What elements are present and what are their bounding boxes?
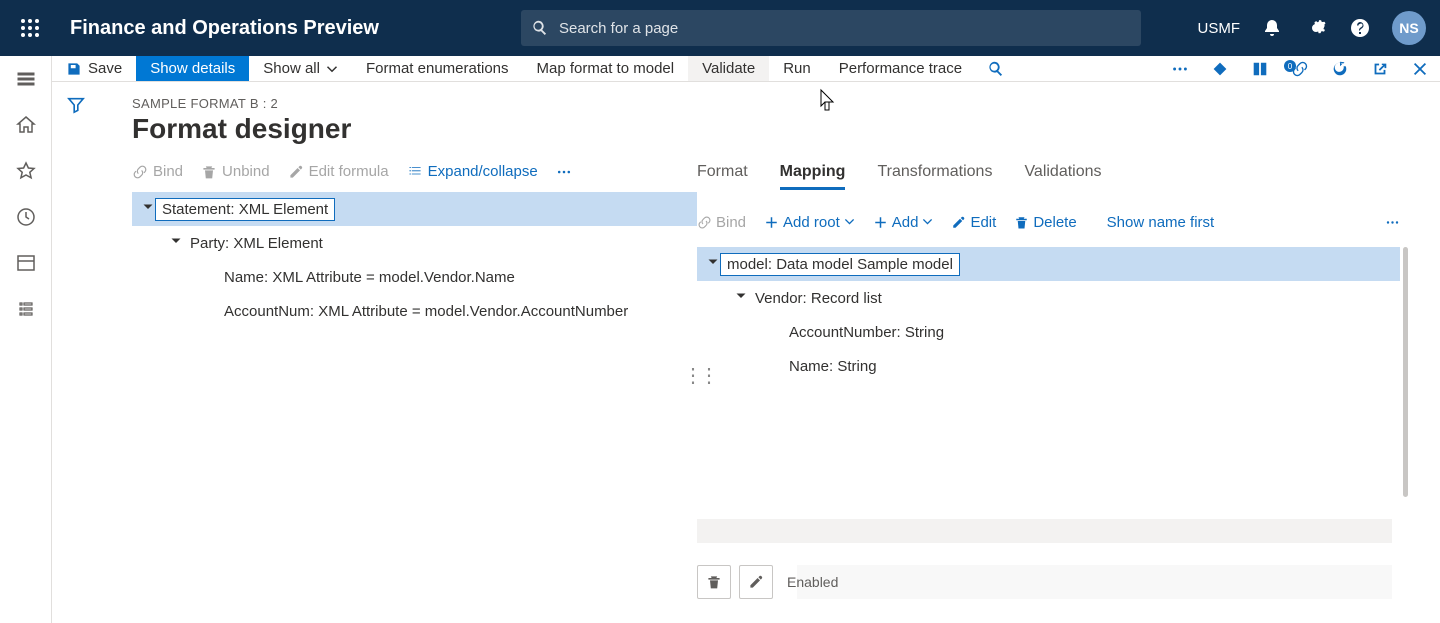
search-icon — [531, 19, 549, 37]
show-all-label: Show all — [263, 60, 320, 77]
expand-toggle-icon[interactable] — [168, 238, 184, 248]
filter-button[interactable] — [67, 96, 85, 623]
tree-node-label: AccountNumber: String — [783, 322, 950, 343]
tab-transformations[interactable]: Transformations — [877, 163, 992, 190]
tree-node-label: Party: XML Element — [184, 233, 329, 254]
format-enumerations-button[interactable]: Format enumerations — [352, 56, 523, 81]
tree-node-label: Vendor: Record list — [749, 288, 888, 309]
performance-trace-button[interactable]: Performance trace — [825, 56, 976, 81]
tree-node-name-attr[interactable]: Name: XML Attribute = model.Vendor.Name — [132, 260, 697, 294]
chevron-down-icon — [326, 63, 338, 75]
edit-formula-label: Edit formula — [309, 163, 389, 180]
add-button[interactable]: Add — [873, 214, 934, 231]
tab-validations[interactable]: Validations — [1024, 163, 1101, 190]
tree-node-label: AccountNum: XML Attribute = model.Vendor… — [218, 301, 634, 322]
tab-format[interactable]: Format — [697, 163, 748, 190]
popout-button[interactable] — [1360, 56, 1400, 81]
show-name-first-button[interactable]: Show name first — [1107, 214, 1215, 231]
performance-trace-label: Performance trace — [839, 60, 962, 77]
nav-collapse-button[interactable] — [0, 56, 52, 102]
tree-node-label: Statement: XML Element — [156, 199, 334, 220]
app-title: Finance and Operations Preview — [70, 17, 379, 40]
bind-label: Bind — [153, 163, 183, 180]
nav-home[interactable] — [0, 102, 52, 148]
tree-node-accountnumber[interactable]: AccountNumber: String — [697, 315, 1400, 349]
save-icon — [66, 61, 82, 77]
show-details-label: Show details — [150, 60, 235, 77]
company-code[interactable]: USMF — [1198, 20, 1241, 37]
edit-label: Edit — [970, 214, 996, 231]
diamond-button[interactable] — [1200, 56, 1240, 81]
tree-node-vendor[interactable]: Vendor: Record list — [697, 281, 1400, 315]
refresh-button[interactable] — [1320, 56, 1360, 81]
tab-mapping[interactable]: Mapping — [780, 163, 846, 190]
add-root-label: Add root — [783, 214, 840, 231]
edit-formula-button[interactable]: Edit formula — [288, 163, 389, 180]
delete-label: Delete — [1033, 214, 1076, 231]
tree-node-label: Name: String — [783, 356, 883, 377]
expand-toggle-icon[interactable] — [705, 259, 721, 269]
settings-button[interactable] — [1304, 16, 1328, 40]
help-button[interactable] — [1348, 16, 1372, 40]
close-button[interactable] — [1400, 56, 1440, 81]
tree-node-label: Name: XML Attribute = model.Vendor.Name — [218, 267, 521, 288]
footer-edit-button[interactable] — [739, 565, 773, 599]
unbind-label: Unbind — [222, 163, 270, 180]
bind-button-left[interactable]: Bind — [132, 163, 183, 180]
attachments-badge: 0 — [1284, 60, 1296, 72]
search-input[interactable]: Search for a page — [521, 10, 1141, 46]
find-button[interactable] — [976, 56, 1016, 81]
page-title: Format designer — [132, 113, 1440, 145]
nav-recent[interactable] — [0, 194, 52, 240]
user-avatar[interactable]: NS — [1392, 11, 1426, 45]
show-all-button[interactable]: Show all — [249, 56, 352, 81]
tree-node-party[interactable]: Party: XML Element — [132, 226, 697, 260]
save-label: Save — [88, 60, 122, 77]
nav-workspaces[interactable] — [0, 240, 52, 286]
notifications-button[interactable] — [1260, 16, 1284, 40]
show-name-first-label: Show name first — [1107, 214, 1215, 231]
expand-toggle-icon[interactable] — [733, 293, 749, 303]
nav-favorites[interactable] — [0, 148, 52, 194]
right-overflow-button[interactable] — [1385, 215, 1400, 230]
footer-delete-button[interactable] — [697, 565, 731, 599]
run-button[interactable]: Run — [769, 56, 825, 81]
overflow-menu-button[interactable] — [1160, 56, 1200, 81]
expand-collapse-label: Expand/collapse — [428, 163, 538, 180]
format-enumerations-label: Format enumerations — [366, 60, 509, 77]
tree-node-model[interactable]: model: Data model Sample model — [697, 247, 1400, 281]
expand-collapse-button[interactable]: Expand/collapse — [407, 163, 538, 180]
edit-button[interactable]: Edit — [951, 214, 996, 231]
search-placeholder: Search for a page — [559, 20, 678, 37]
nav-modules[interactable] — [0, 286, 52, 332]
map-format-to-model-button[interactable]: Map format to model — [523, 56, 689, 81]
add-root-button[interactable]: Add root — [764, 214, 855, 231]
tree-node-statement[interactable]: Statement: XML Element — [132, 192, 697, 226]
show-details-button[interactable]: Show details — [136, 56, 249, 81]
save-button[interactable]: Save — [52, 56, 136, 81]
open-reference-button[interactable] — [1240, 56, 1280, 81]
unbind-button[interactable]: Unbind — [201, 163, 270, 180]
tree-node-accountnum-attr[interactable]: AccountNum: XML Attribute = model.Vendor… — [132, 294, 697, 328]
delete-button[interactable]: Delete — [1014, 214, 1076, 231]
map-format-label: Map format to model — [537, 60, 675, 77]
expand-toggle-icon[interactable] — [140, 204, 156, 214]
scrollbar[interactable] — [1403, 247, 1408, 497]
add-label: Add — [892, 214, 919, 231]
footer-strip-2 — [797, 565, 1392, 599]
bind-button-right[interactable]: Bind — [697, 214, 746, 231]
app-launcher-icon[interactable] — [6, 0, 54, 56]
validate-button[interactable]: Validate — [688, 56, 769, 81]
bind-label: Bind — [716, 214, 746, 231]
run-label: Run — [783, 60, 811, 77]
tree-node-label: model: Data model Sample model — [721, 254, 959, 275]
left-overflow-button[interactable] — [556, 164, 572, 180]
attachments-button[interactable]: 0 — [1280, 56, 1320, 81]
breadcrumb: SAMPLE FORMAT B : 2 — [132, 96, 1440, 111]
tree-node-name[interactable]: Name: String — [697, 349, 1400, 383]
enabled-label: Enabled — [787, 574, 838, 590]
footer-strip — [697, 519, 1392, 543]
validate-label: Validate — [702, 60, 755, 77]
